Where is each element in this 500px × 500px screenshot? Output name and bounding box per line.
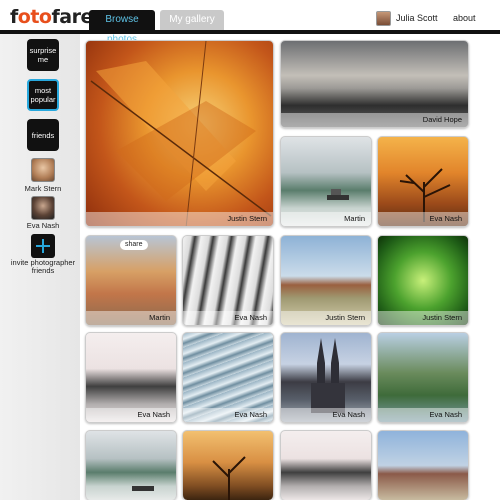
photo-author[interactable]: Justin Stern xyxy=(422,313,462,322)
tab-browse-photos[interactable]: Browse photos xyxy=(89,10,155,45)
tree-shape xyxy=(212,456,246,500)
photo-tile[interactable]: Eva Nash xyxy=(85,332,177,423)
photo-tile[interactable]: Eva Nash xyxy=(377,332,469,423)
plus-icon xyxy=(36,239,50,253)
photo-tile[interactable]: Eva Nash xyxy=(280,332,372,423)
share-button[interactable]: share xyxy=(120,240,148,250)
photo-tile-featured[interactable]: Justin Stern xyxy=(85,40,274,227)
photo-author[interactable]: Justin Stern xyxy=(227,214,267,223)
logo[interactable]: fotofare xyxy=(10,6,93,28)
photo-tile[interactable] xyxy=(85,430,177,500)
top-header: fotofare Browse photos My gallery Julia … xyxy=(0,0,500,45)
photo-tile[interactable]: Eva Nash xyxy=(182,332,274,423)
tab-my-gallery[interactable]: My gallery xyxy=(160,10,224,30)
photo-author[interactable]: Justin Stern xyxy=(325,313,365,322)
photo-tile[interactable]: Justin Stern xyxy=(377,235,469,326)
friend-avatar-eva-nash[interactable] xyxy=(31,196,55,220)
photo-tile[interactable]: share Martin xyxy=(85,235,177,326)
most-popular-button[interactable]: most popular xyxy=(27,79,59,111)
photo-tile[interactable]: Justin Stern xyxy=(280,235,372,326)
invite-label: invite photographer friends xyxy=(10,258,76,276)
about-link[interactable]: about xyxy=(453,13,476,23)
photo-tile[interactable] xyxy=(377,430,469,500)
photo-tile[interactable]: Martin xyxy=(280,136,372,227)
friend-name-eva-nash[interactable]: Eva Nash xyxy=(0,221,86,230)
user-name: Julia Scott xyxy=(396,13,438,23)
photo-author[interactable]: Eva Nash xyxy=(332,410,365,419)
photo-author[interactable]: Eva Nash xyxy=(429,410,462,419)
friend-name-mark-stern[interactable]: Mark Stern xyxy=(0,184,86,193)
friend-avatar-mark-stern[interactable] xyxy=(31,158,55,182)
photo-tile[interactable]: Eva Nash xyxy=(182,235,274,326)
photo-tile[interactable]: Eva Nash xyxy=(377,136,469,227)
photo-tile[interactable] xyxy=(182,430,274,500)
photo-author[interactable]: Martin xyxy=(344,214,365,223)
photo-tile[interactable] xyxy=(280,430,372,500)
sidebar: surprise me most popular friends Mark St… xyxy=(0,34,80,500)
friends-button[interactable]: friends xyxy=(27,119,59,151)
photo-tile[interactable]: David Hope xyxy=(280,40,469,128)
photo-author[interactable]: Eva Nash xyxy=(137,410,170,419)
leaf-shape xyxy=(90,41,272,226)
invite-button[interactable] xyxy=(31,234,55,258)
user-avatar xyxy=(376,10,391,26)
surprise-me-button[interactable]: surprise me xyxy=(27,39,59,71)
photo-author[interactable]: David Hope xyxy=(423,115,462,124)
photo-author[interactable]: Eva Nash xyxy=(429,214,462,223)
user-menu[interactable]: Julia Scott xyxy=(376,9,438,27)
photo-author[interactable]: Eva Nash xyxy=(234,313,267,322)
photo-author[interactable]: Martin xyxy=(149,313,170,322)
boat-shape xyxy=(132,486,154,491)
photo-author[interactable]: Eva Nash xyxy=(234,410,267,419)
